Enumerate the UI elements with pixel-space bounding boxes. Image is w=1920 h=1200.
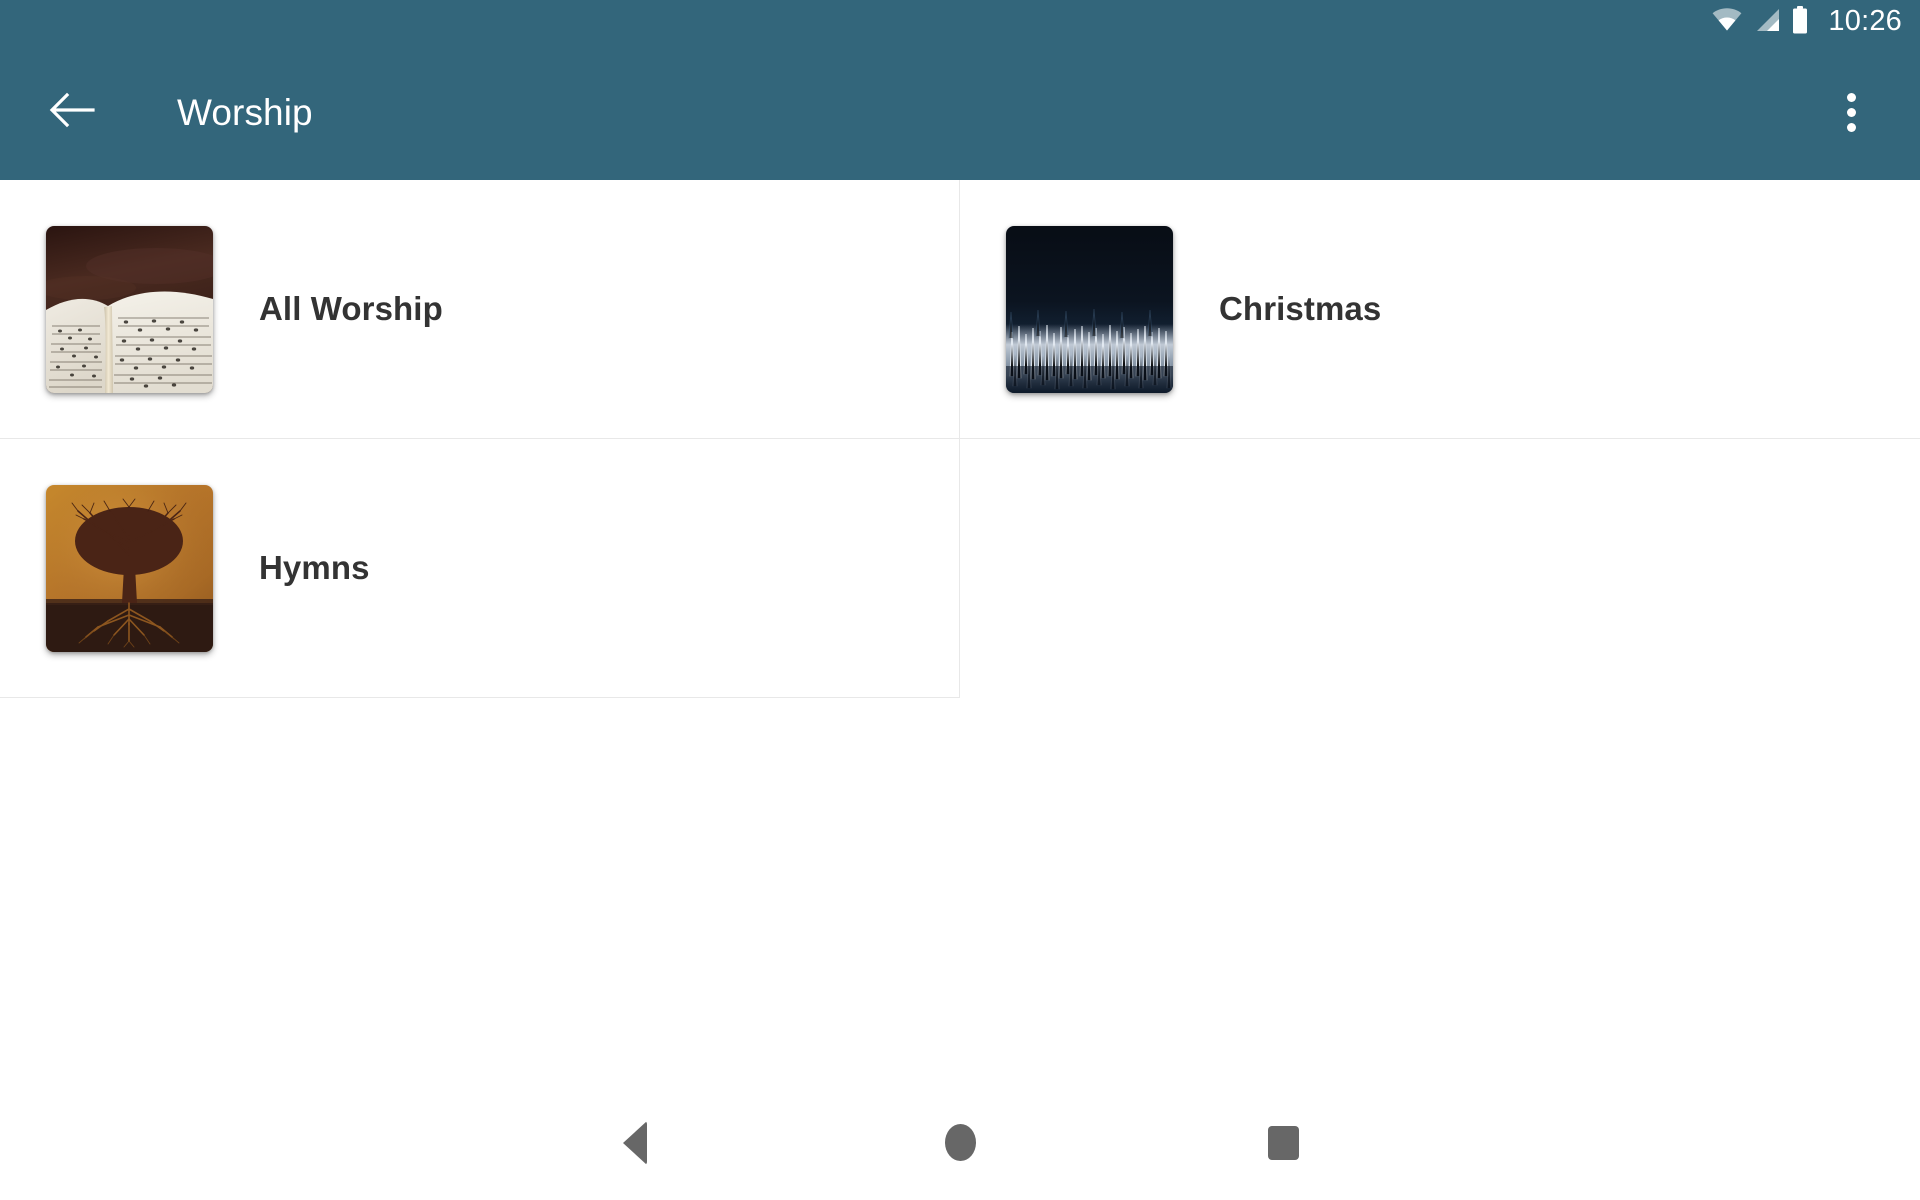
more-vert-icon-dot (1846, 108, 1856, 117)
status-bar: 10:26 (0, 0, 1920, 45)
circle-home-icon (944, 1124, 976, 1161)
nav-recent-apps-button[interactable] (1238, 1098, 1328, 1188)
grid-item-label: Christmas (1219, 290, 1382, 327)
grid-item-christmas[interactable]: Christmas (960, 180, 1920, 439)
more-vert-icon-dot (1846, 123, 1856, 132)
grid-item-all-worship[interactable]: All Worship (0, 180, 960, 439)
triangle-back-icon (623, 1120, 647, 1165)
square-recents-icon (1267, 1125, 1299, 1160)
status-bar-clock: 10:26 (1828, 5, 1902, 37)
wifi-icon (1712, 8, 1742, 37)
arrow-back-icon (49, 91, 95, 134)
content-area: All Worship Christmas Hymns (0, 180, 1920, 1200)
grid-item-hymns[interactable]: Hymns (0, 439, 960, 698)
grid-empty-cell (960, 439, 1920, 698)
christmas-thumbnail (1006, 225, 1173, 393)
app-bar: Worship (0, 45, 1920, 180)
hymns-thumbnail (46, 484, 213, 652)
overflow-menu-button[interactable] (1806, 65, 1896, 161)
grid-item-label: All Worship (259, 290, 443, 327)
grid-item-label: Hymns (259, 549, 370, 586)
nav-home-button[interactable] (915, 1098, 1005, 1188)
nav-back-button[interactable] (590, 1098, 680, 1188)
more-vert-icon-dot (1846, 93, 1856, 102)
system-navigation-bar (0, 1085, 1920, 1200)
battery-icon (1792, 6, 1808, 39)
status-bar-icons: 10:26 (1712, 6, 1902, 39)
cellular-signal-icon (1754, 8, 1780, 37)
back-navigation-button[interactable] (24, 65, 120, 161)
all-worship-thumbnail (46, 225, 213, 393)
page-title: Worship (177, 91, 313, 133)
category-grid: All Worship Christmas Hymns (0, 180, 1920, 698)
